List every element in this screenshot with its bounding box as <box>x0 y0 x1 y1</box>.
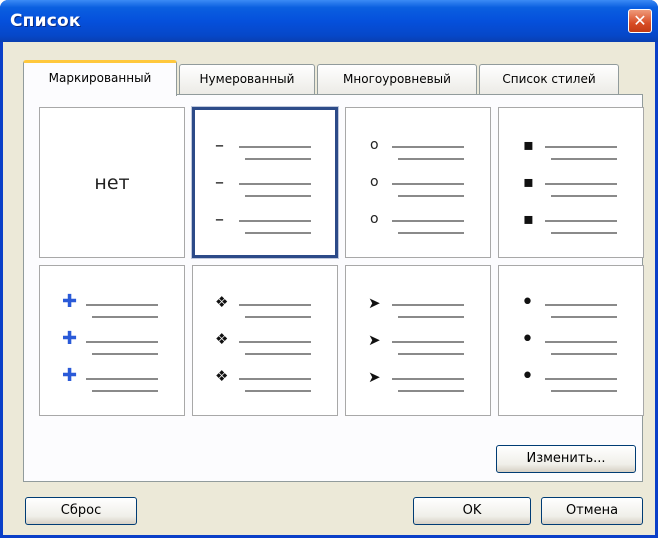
tab-bulleted[interactable]: Маркированный <box>23 60 177 96</box>
text-line-placeholder <box>239 304 311 306</box>
text-line-placeholder <box>398 195 464 197</box>
dash-bullet-icon: – <box>215 135 224 156</box>
text-line-placeholder <box>545 146 617 148</box>
picture-bullet-icon: ✚ <box>62 365 78 386</box>
text-line-placeholder <box>545 220 617 222</box>
tab-label: Многоуровневый <box>343 72 451 86</box>
text-line-placeholder <box>551 390 617 392</box>
text-line-placeholder <box>239 183 311 185</box>
close-button[interactable]: ✕ <box>628 9 652 33</box>
text-line-placeholder <box>239 220 311 222</box>
solid-circle-bullet-icon: • <box>521 290 534 315</box>
square-bullet-icon: ▪ <box>523 172 534 191</box>
title-bar[interactable]: Список ✕ <box>0 0 658 42</box>
bullet-option-four-diamond[interactable]: ❖ ❖ ❖ <box>192 265 338 416</box>
dash-bullet-icon: – <box>215 172 224 193</box>
arrowhead-bullet-icon: ➤ <box>368 368 381 386</box>
four-diamond-bullet-icon: ❖ <box>215 367 229 385</box>
bullet-none-label: нет <box>94 172 130 194</box>
text-line-placeholder <box>86 341 158 343</box>
reset-button[interactable]: Сброс <box>25 497 137 525</box>
text-line-placeholder <box>545 341 617 343</box>
arrowhead-bullet-icon: ➤ <box>368 331 381 349</box>
text-line-placeholder <box>245 316 311 318</box>
picture-bullet-icon: ✚ <box>62 291 78 312</box>
text-line-placeholder <box>398 353 464 355</box>
arrowhead-bullet-icon: ➤ <box>368 294 381 312</box>
four-diamond-bullet-icon: ❖ <box>215 293 229 311</box>
tab-label: Список стилей <box>502 72 596 86</box>
text-line-placeholder <box>551 158 617 160</box>
text-line-placeholder <box>551 195 617 197</box>
tab-numbered[interactable]: Нумерованный <box>179 64 315 94</box>
text-line-placeholder <box>392 183 464 185</box>
bullet-option-dash[interactable]: – – – <box>191 106 339 259</box>
picture-bullet-icon: ✚ <box>62 328 78 349</box>
tab-list-styles[interactable]: Список стилей <box>479 64 619 94</box>
text-line-placeholder <box>245 353 311 355</box>
solid-circle-bullet-icon: • <box>521 327 534 352</box>
text-line-placeholder <box>551 232 617 234</box>
bulleted-tab-panel: нет – – – o o o ▪ ▪ ▪ ✚ ✚ ✚ ❖ ❖ ❖ ➤ ➤ ➤ • • • Изменить... <box>23 94 644 482</box>
text-line-placeholder <box>245 390 311 392</box>
text-line-placeholder <box>545 183 617 185</box>
solid-circle-bullet-icon: • <box>521 364 534 389</box>
dash-bullet-icon: – <box>215 209 224 230</box>
text-line-placeholder <box>398 390 464 392</box>
text-line-placeholder <box>86 304 158 306</box>
dialog-title: Список <box>10 11 81 31</box>
hollow-circle-bullet-icon: o <box>370 137 379 153</box>
modify-button[interactable]: Изменить... <box>496 445 636 473</box>
bullet-option-picture[interactable]: ✚ ✚ ✚ <box>39 265 185 416</box>
tab-label: Маркированный <box>48 71 152 85</box>
text-line-placeholder <box>551 353 617 355</box>
text-line-placeholder <box>545 378 617 380</box>
text-line-placeholder <box>239 146 311 148</box>
text-line-placeholder <box>245 195 311 197</box>
text-line-placeholder <box>392 341 464 343</box>
text-line-placeholder <box>92 390 158 392</box>
tab-label: Нумерованный <box>199 72 295 86</box>
list-dialog: Список ✕ Маркированный Нумерованный Мног… <box>0 0 658 538</box>
square-bullet-icon: ▪ <box>523 209 534 228</box>
bullet-option-arrowhead[interactable]: ➤ ➤ ➤ <box>345 265 491 416</box>
bullet-option-solid-circle[interactable]: • • • <box>498 265 644 416</box>
text-line-placeholder <box>86 378 158 380</box>
text-line-placeholder <box>392 378 464 380</box>
hollow-circle-bullet-icon: o <box>370 211 379 227</box>
ok-button[interactable]: OK <box>413 497 531 525</box>
text-line-placeholder <box>239 378 311 380</box>
text-line-placeholder <box>551 316 617 318</box>
square-bullet-icon: ▪ <box>523 135 534 154</box>
text-line-placeholder <box>92 353 158 355</box>
text-line-placeholder <box>398 232 464 234</box>
text-line-placeholder <box>239 341 311 343</box>
text-line-placeholder <box>245 158 311 160</box>
bullet-option-hollow-circle[interactable]: o o o <box>345 107 491 258</box>
tab-multilevel[interactable]: Многоуровневый <box>317 64 477 94</box>
text-line-placeholder <box>398 316 464 318</box>
four-diamond-bullet-icon: ❖ <box>215 330 229 348</box>
text-line-placeholder <box>545 304 617 306</box>
text-line-placeholder <box>392 220 464 222</box>
text-line-placeholder <box>392 146 464 148</box>
cancel-button[interactable]: Отмена <box>541 497 643 525</box>
bullet-option-none[interactable]: нет <box>39 107 185 258</box>
text-line-placeholder <box>392 304 464 306</box>
text-line-placeholder <box>398 158 464 160</box>
close-icon: ✕ <box>633 11 647 30</box>
text-line-placeholder <box>92 316 158 318</box>
bullet-option-square[interactable]: ▪ ▪ ▪ <box>498 107 644 258</box>
hollow-circle-bullet-icon: o <box>370 174 379 190</box>
text-line-placeholder <box>245 232 311 234</box>
